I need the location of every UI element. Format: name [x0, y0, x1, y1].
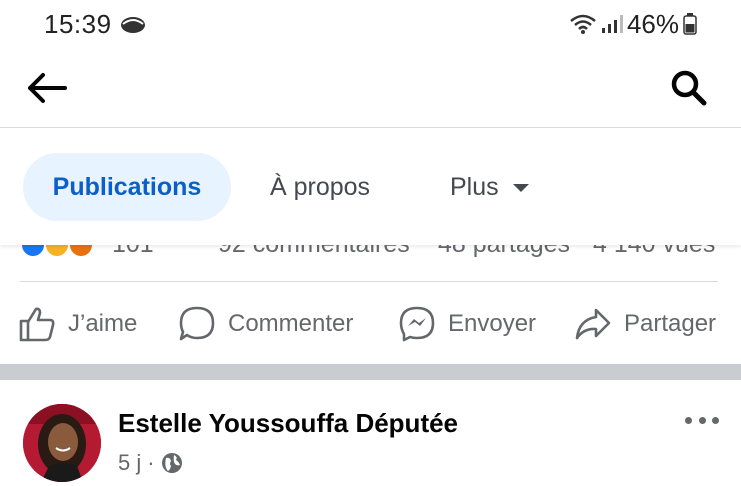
avatar[interactable]: [23, 404, 101, 482]
dot: [685, 416, 692, 424]
more-options-button[interactable]: [685, 410, 719, 430]
post-header: Estelle Youssouffa Députée 5 j ·: [0, 380, 741, 486]
avatar-image: [23, 404, 101, 482]
app-notification-icon: [121, 17, 145, 33]
messenger-icon: [399, 306, 435, 342]
meta-separator: ·: [147, 450, 155, 475]
like-label: J’aime: [68, 310, 138, 337]
status-right: 46%: [569, 9, 697, 39]
share-arrow-icon: [575, 308, 611, 340]
battery-percentage: 46%: [626, 8, 679, 39]
page-top-bar: [0, 52, 741, 128]
status-bar: 15:39 46%: [0, 0, 741, 52]
stats-divider: [20, 281, 718, 282]
thumbs-up-icon: [19, 307, 55, 342]
comment-button[interactable]: Commenter: [178, 302, 353, 346]
tab-about-label: À propos: [270, 172, 371, 201]
profile-tabs: Publications À propos Plus: [0, 129, 741, 245]
tab-publications-label: Publications: [52, 172, 202, 201]
dot: [698, 416, 706, 424]
back-button[interactable]: [22, 68, 70, 108]
send-button[interactable]: Envoyer: [398, 302, 536, 346]
post-meta: 5 j ·: [118, 450, 183, 476]
share-label: Partager: [624, 310, 717, 337]
caret-down-icon: [512, 184, 529, 192]
post-separator: [0, 364, 741, 380]
wifi-icon: [570, 14, 596, 34]
globe-icon: [161, 453, 182, 473]
share-button[interactable]: Partager: [574, 302, 716, 346]
search-button[interactable]: [667, 66, 711, 110]
comment-bubble-icon: [179, 306, 215, 341]
post-action-bar: J’aime Commenter Envoyer Partager: [0, 296, 741, 352]
dot: [712, 416, 719, 424]
comment-label: Commenter: [228, 310, 354, 337]
tab-publications[interactable]: Publications: [23, 153, 231, 221]
like-button[interactable]: J’aime: [18, 302, 137, 346]
tab-about[interactable]: À propos: [270, 153, 370, 221]
post-author-name[interactable]: Estelle Youssouffa Députée: [118, 408, 458, 439]
search-icon: [671, 70, 707, 106]
status-time: 15:39: [44, 9, 112, 39]
battery-icon: [683, 13, 697, 35]
arrow-left-icon: [28, 73, 67, 103]
signal-icon: [601, 15, 623, 33]
tab-more[interactable]: Plus: [450, 153, 529, 221]
send-label: Envoyer: [448, 310, 537, 337]
post-time[interactable]: 5 j: [118, 450, 141, 476]
tab-more-label: Plus: [450, 172, 499, 201]
